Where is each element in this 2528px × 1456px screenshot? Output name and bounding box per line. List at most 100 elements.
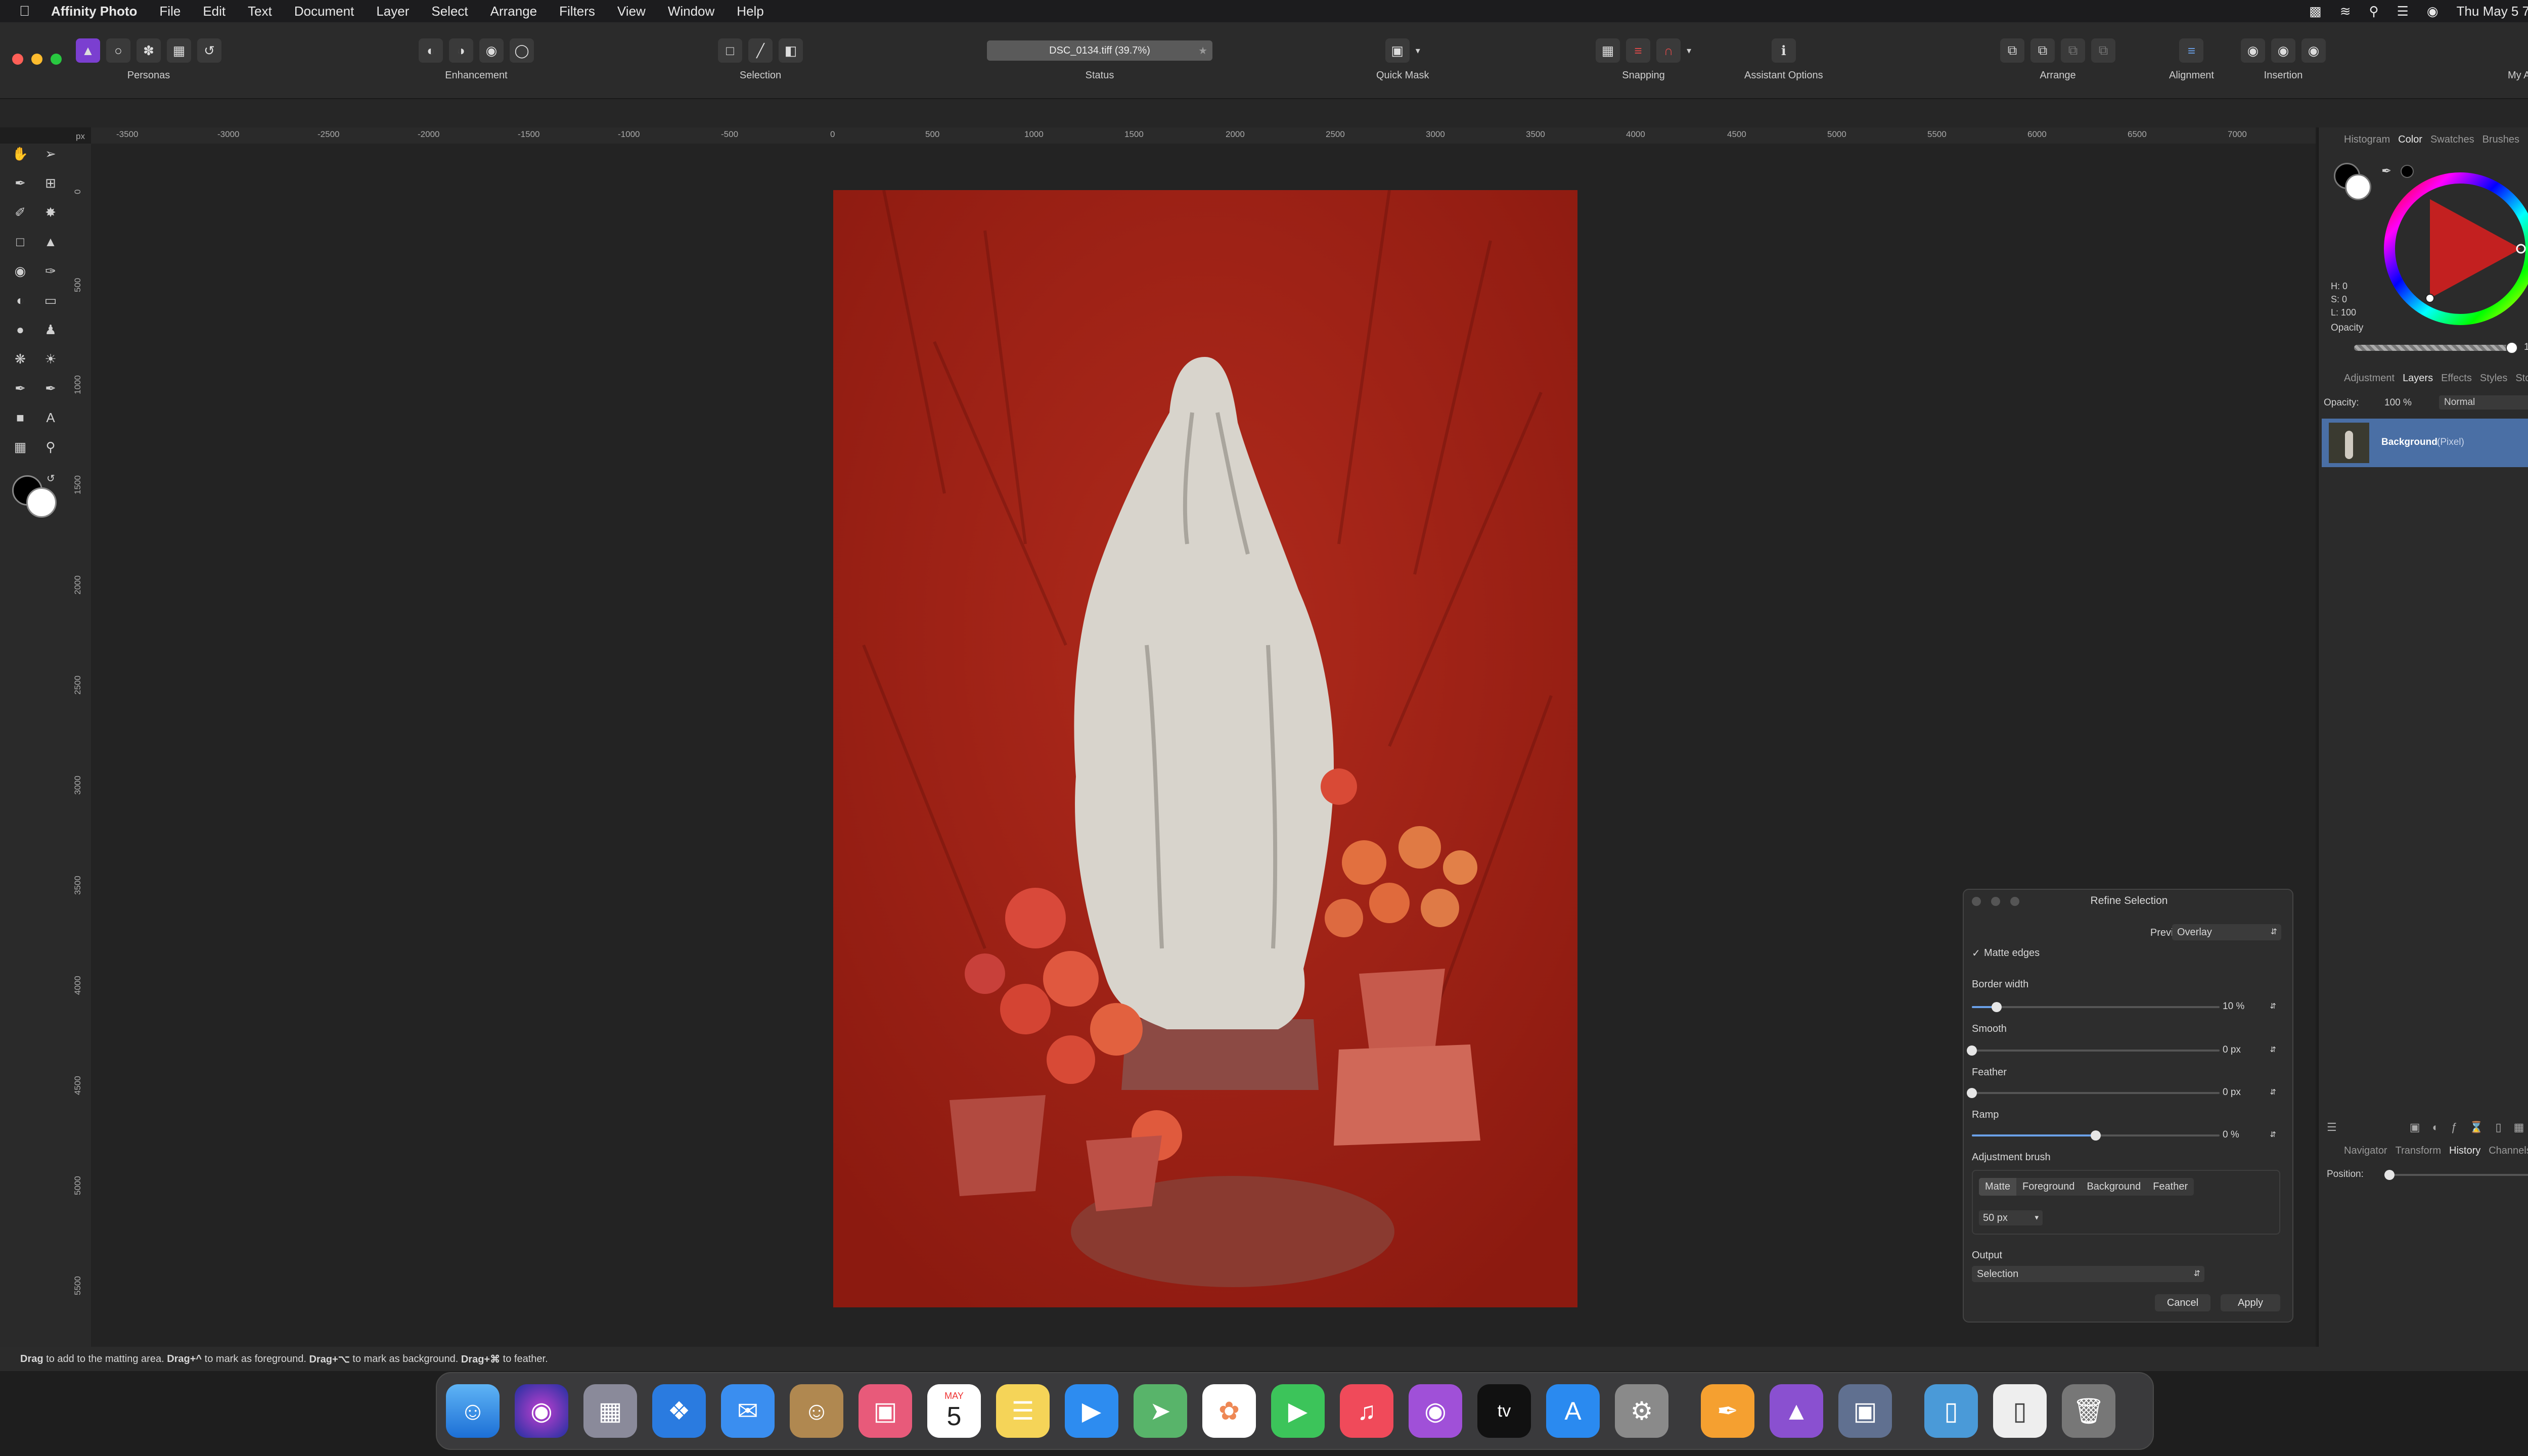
clone-tool-icon[interactable]: ♟ [40, 320, 61, 340]
slider-knob[interactable] [2091, 1130, 2101, 1141]
stepper-icon[interactable]: ⇵ [2270, 999, 2276, 1014]
photos-icon[interactable]: ✿ [1202, 1384, 1256, 1438]
move-forward-icon[interactable]: ⧉ [2061, 38, 2085, 63]
flood-fill-icon[interactable]: ▲ [40, 232, 61, 252]
chevron-down-icon[interactable]: ▾ [1416, 46, 1420, 56]
menu-help[interactable]: Help [737, 4, 763, 19]
clock[interactable]: Thu May 5 7:00 AM [2457, 4, 2528, 19]
smooth-slider[interactable] [1967, 1045, 2220, 1056]
deselect-icon[interactable]: ╱ [748, 38, 773, 63]
mesh-warp-tool-icon[interactable]: ▦ [10, 437, 30, 457]
tab-layers[interactable]: Layers [2403, 373, 2433, 384]
screen-share-icon[interactable]: ▩ [2309, 4, 2322, 19]
move-to-front-icon[interactable]: ⧉ [2091, 38, 2115, 63]
invert-selection-icon[interactable]: ◧ [779, 38, 803, 63]
grid-icon[interactable]: ▦ [1596, 38, 1620, 63]
spotlight-icon[interactable]: ⚲ [2369, 4, 2379, 19]
secondary-color-swatch[interactable] [26, 487, 57, 518]
affinity-photo-icon[interactable]: ▲ [1770, 1384, 1823, 1438]
apple-tv-icon[interactable]: tv [1477, 1384, 1531, 1438]
history-knob[interactable] [2384, 1170, 2395, 1180]
magic-wand-icon[interactable]: ✸ [40, 202, 61, 222]
opacity-value[interactable]: 100 % [2524, 342, 2528, 353]
slider-knob[interactable] [1967, 1088, 1977, 1098]
swap-colors-icon[interactable]: ↺ [47, 472, 55, 485]
auto-colors-icon[interactable]: ◉ [479, 38, 504, 63]
menu-text[interactable]: Text [248, 4, 272, 19]
trash-dock-icon[interactable]: 🗑 [2062, 1384, 2115, 1438]
stepper-icon[interactable]: ⇵ [2270, 1085, 2276, 1100]
move-to-back-icon[interactable]: ⧉ [2000, 38, 2024, 63]
photo-persona-icon[interactable]: ▲ [76, 38, 100, 63]
contacts-icon[interactable]: ☺ [790, 1384, 843, 1438]
app-menu[interactable]: Affinity Photo [51, 4, 137, 19]
auto-levels-icon[interactable]: ◐ [419, 38, 443, 63]
insert-inside-icon[interactable]: ◉ [2301, 38, 2326, 63]
tab-brushes[interactable]: Brushes [2482, 134, 2519, 146]
finder-icon[interactable]: ☺ [446, 1384, 500, 1438]
auto-white-balance-icon[interactable]: ◯ [510, 38, 534, 63]
slider-knob[interactable] [1992, 1002, 2002, 1012]
brush-mode-feather[interactable]: Feather [2147, 1178, 2194, 1196]
opacity-slider[interactable] [2354, 345, 2511, 351]
tab-transform[interactable]: Transform [2396, 1145, 2441, 1157]
snapping-icon[interactable]: ≡ [1626, 38, 1650, 63]
wifi-icon[interactable]: ≋ [2340, 4, 2351, 19]
smooth-value[interactable]: 0 px ⇵ [2220, 1042, 2280, 1058]
menu-select[interactable]: Select [431, 4, 468, 19]
selection-brush-icon[interactable]: ✐ [10, 202, 30, 222]
siri-icon[interactable]: ◉ [2427, 4, 2439, 19]
notes-icon[interactable]: ☰ [996, 1384, 1050, 1438]
layer-row-background[interactable]: Background (Pixel) 🔒 ✓ [2322, 419, 2528, 467]
facetime-icon[interactable]: ▶ [1271, 1384, 1325, 1438]
zoom-app-icon[interactable]: ▶ [1065, 1384, 1118, 1438]
cancel-button[interactable]: Cancel [2155, 1294, 2210, 1311]
mail-icon[interactable]: ✉ [721, 1384, 775, 1438]
tone-mapping-persona-icon[interactable]: ▦ [167, 38, 191, 63]
layer-opacity-value[interactable]: 100 % [2384, 397, 2412, 408]
ramp-slider[interactable] [1972, 1130, 2220, 1141]
menu-layer[interactable]: Layer [376, 4, 409, 19]
menu-window[interactable]: Window [668, 4, 714, 19]
menu-view[interactable]: View [617, 4, 646, 19]
border-width-value[interactable]: 10 % ⇵ [2220, 999, 2280, 1014]
color-picker-tool-icon[interactable]: ✒ [10, 173, 30, 193]
quick-mask-icon[interactable]: ▣ [1385, 38, 1410, 63]
brush-size-field[interactable]: 50 px ▾ [1979, 1210, 2043, 1225]
close-window-button[interactable] [12, 54, 23, 65]
music-icon[interactable]: ♫ [1340, 1384, 1393, 1438]
layers-stack-icon[interactable]: ☰ [2327, 1121, 2337, 1134]
new-layer-icon[interactable]: ▦ [2514, 1121, 2524, 1134]
paint-brush-icon[interactable]: ✑ [40, 261, 61, 281]
apply-button[interactable]: Apply [2221, 1294, 2280, 1311]
tab-history[interactable]: History [2449, 1145, 2480, 1157]
stepper-icon[interactable]: ⇵ [2270, 1042, 2276, 1058]
apple-icon[interactable]:  [19, 3, 30, 19]
menu-file[interactable]: File [159, 4, 180, 19]
ramp-value[interactable]: 0 % ⇵ [2220, 1127, 2280, 1143]
brush-mode-foreground[interactable]: Foreground [2016, 1178, 2081, 1196]
move-back-icon[interactable]: ⧉ [2030, 38, 2055, 63]
downloads-folder-icon[interactable]: ▯ [1924, 1384, 1978, 1438]
color-wheel[interactable] [2379, 168, 2528, 330]
view-tool-icon[interactable]: ✋ [10, 144, 30, 164]
liquify-persona-icon[interactable]: ○ [106, 38, 130, 63]
brush-mode-background[interactable]: Background [2081, 1178, 2147, 1196]
zoom-tool-icon[interactable]: ⚲ [40, 437, 61, 457]
tab-adjustment[interactable]: Adjustment [2344, 373, 2395, 384]
control-center-icon[interactable]: ☰ [2397, 4, 2409, 19]
preview-select[interactable]: Overlay ⇵ [2172, 924, 2281, 940]
siri-dock-icon[interactable]: ◉ [515, 1384, 568, 1438]
menu-arrange[interactable]: Arrange [490, 4, 537, 19]
red-eye-tool-icon[interactable]: ❋ [10, 349, 30, 369]
blur-tool-icon[interactable]: ● [10, 320, 30, 340]
fx-icon[interactable]: ƒ [2451, 1121, 2457, 1134]
brush-mode-matte[interactable]: Matte [1979, 1178, 2017, 1196]
system-preferences-icon[interactable]: ⚙ [1615, 1384, 1668, 1438]
tab-navigator[interactable]: Navigator [2344, 1145, 2387, 1157]
assistant-icon[interactable]: ℹ [1771, 38, 1796, 63]
output-select[interactable]: Selection ⇵ [1972, 1266, 2204, 1282]
alignment-icon[interactable]: ≡ [2179, 38, 2204, 63]
rectangle-tool-icon[interactable]: ■ [10, 407, 30, 428]
menu-edit[interactable]: Edit [203, 4, 225, 19]
